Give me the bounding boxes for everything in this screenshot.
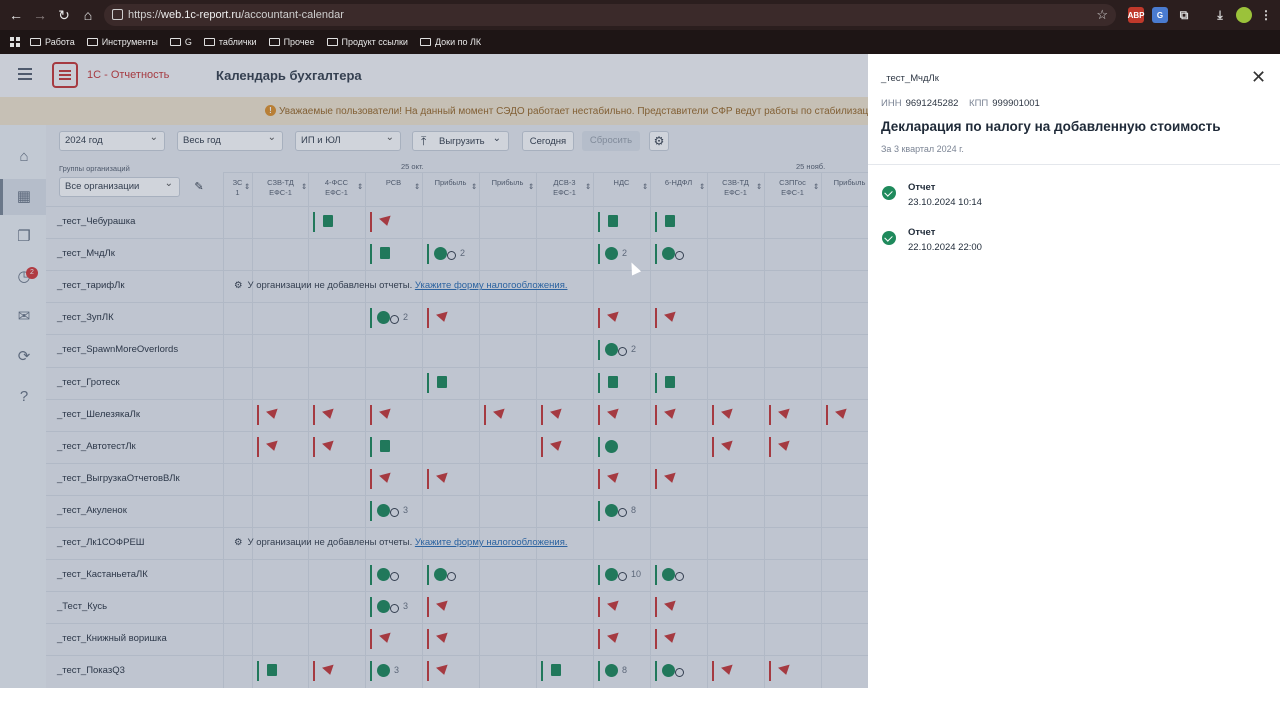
bookmark-label: таблички [218, 37, 257, 47]
page-bottom [0, 688, 1280, 720]
folder-icon [419, 38, 431, 46]
report-title: Отчет [908, 227, 936, 238]
bookmark-item[interactable]: Доки по ЛК [419, 37, 482, 47]
report-date: 23.10.2024 10:14 [908, 197, 982, 208]
bookmark-item[interactable]: Работа [30, 37, 75, 47]
bookmark-label: Работа [45, 37, 75, 47]
folder-icon [268, 38, 280, 46]
translate-extension-icon[interactable]: G [1152, 7, 1168, 23]
apps-icon[interactable] [10, 37, 20, 47]
panel-title: Декларация по налогу на добавленную стои… [881, 119, 1221, 134]
close-icon[interactable]: ✕ [1251, 68, 1266, 86]
panel-divider [868, 164, 1280, 165]
bookmark-label: G [184, 37, 192, 47]
report-date: 22.10.2024 22:00 [908, 242, 982, 253]
report-detail-panel: _тест_МчдЛк ✕ ИНН 9691245282 КПП 999901001… [868, 54, 1280, 688]
folder-icon [169, 38, 181, 46]
profile-avatar[interactable] [1236, 7, 1252, 23]
bookmark-label: Прочее [283, 37, 315, 47]
browser-toolbar: ← → ↻ ⌂ https://web.1c-report.ru/account… [0, 0, 1280, 30]
kpp-label: КПП [969, 98, 989, 109]
panel-org-name: _тест_МчдЛк [881, 73, 939, 84]
check-circle-icon [882, 186, 896, 200]
bookmark-item[interactable]: таблички [203, 37, 257, 47]
url-host: web.1c-report.ru [161, 9, 242, 21]
menu-icon[interactable]: ⋮ [1258, 7, 1274, 23]
folder-icon [203, 38, 215, 46]
reload-icon[interactable]: ↻ [52, 3, 76, 27]
extensions-icon[interactable]: ⧉ [1176, 7, 1192, 23]
folder-icon [326, 38, 338, 46]
inn-label: ИНН [881, 98, 902, 109]
url-prefix: https:// [128, 9, 162, 21]
back-icon[interactable]: ← [4, 3, 28, 27]
adblock-extension-icon[interactable]: ABP [1128, 7, 1144, 23]
bookmark-item[interactable]: Инструменты [86, 37, 158, 47]
inn-value: 9691245282 [905, 98, 959, 109]
check-circle-icon [882, 231, 896, 245]
bookmark-star-icon[interactable]: ☆ [1096, 7, 1108, 23]
panel-subtitle: За 3 квартал 2024 г. [881, 144, 964, 154]
folder-icon [30, 38, 41, 46]
bookmarks-bar: Работа Инструменты Gтаблички Прочее Продукт … [0, 30, 1280, 54]
url-path: /accountant-calendar [241, 9, 344, 21]
folder-icon [86, 38, 98, 46]
bookmark-label: Доки по ЛК [434, 37, 482, 47]
bookmark-label: Продукт ссылки [341, 37, 408, 47]
forward-icon[interactable]: → [28, 3, 52, 27]
download-icon[interactable]: ⤓ [1212, 7, 1228, 23]
report-title: Отчет [908, 182, 936, 193]
modal-overlay[interactable] [0, 54, 868, 688]
bookmark-item[interactable]: Прочее [268, 37, 315, 47]
bookmark-label: Инструменты [101, 37, 158, 47]
address-bar[interactable]: https://web.1c-report.ru/accountant-cale… [104, 4, 1116, 26]
bookmark-item[interactable]: Продукт ссылки [326, 37, 408, 47]
panel-requisites: ИНН 9691245282 КПП 999901001 [881, 98, 1040, 109]
bookmark-item[interactable]: G [169, 37, 192, 47]
site-info-icon[interactable] [112, 9, 123, 20]
kpp-value: 999901001 [992, 98, 1040, 109]
home-icon[interactable]: ⌂ [76, 3, 100, 27]
